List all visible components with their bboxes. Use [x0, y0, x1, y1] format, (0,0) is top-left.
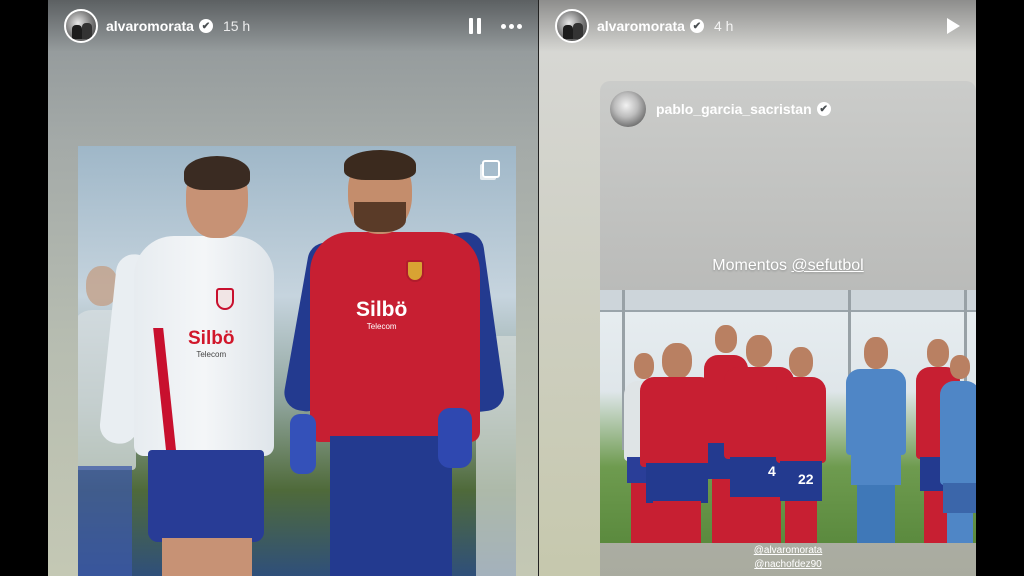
player-figure: 22: [776, 347, 826, 543]
rfef-crest-icon: [406, 260, 424, 282]
avatar[interactable]: [555, 9, 589, 43]
player-morata: Silbö Telecom: [98, 156, 278, 576]
team-celebration-photo: 4 22: [600, 290, 976, 543]
player-figure: [846, 337, 906, 543]
more-options-icon[interactable]: [501, 23, 522, 29]
mention-tag[interactable]: @nachofdez90: [600, 558, 976, 572]
avatar[interactable]: [64, 9, 98, 43]
story-panel-1[interactable]: Silbö Telecom Silbö Telecom alvaromorata…: [48, 0, 538, 576]
player-goalkeeper: Silbö Telecom: [281, 150, 507, 576]
goalkeeper-glove: [290, 414, 316, 474]
jersey-number: 4: [768, 463, 776, 479]
mention-tags: @alvaromorata @nachofdez90: [600, 544, 976, 572]
jersey-number: 22: [798, 471, 814, 487]
story-header: alvaromorata ✔ 4 h: [539, 0, 976, 52]
sponsor-sub: Telecom: [366, 322, 397, 331]
shared-post-card[interactable]: pablo_garcia_sacristan ✔ Momentos @sefut…: [600, 81, 976, 576]
rfef-crest-icon: [216, 288, 234, 310]
goalkeeper-glove: [438, 408, 472, 468]
story-timestamp: 4 h: [713, 18, 734, 34]
shared-post-username[interactable]: pablo_garcia_sacristan: [656, 101, 812, 117]
story-timestamp: 15 h: [222, 18, 251, 34]
story-panel-2[interactable]: pablo_garcia_sacristan ✔ Momentos @sefut…: [539, 0, 976, 576]
story-header: alvaromorata ✔ 15 h: [48, 0, 538, 52]
verified-badge-icon: ✔: [689, 19, 704, 33]
sponsor-name: Silbö: [188, 328, 235, 349]
story-photo-training: Silbö Telecom Silbö Telecom: [78, 146, 516, 576]
pause-icon[interactable]: [469, 18, 483, 34]
verified-badge-icon: ✔: [198, 19, 213, 33]
caption-text: Momentos: [712, 257, 792, 274]
shared-avatar[interactable]: [610, 91, 646, 127]
shared-post-header: pablo_garcia_sacristan ✔: [610, 91, 831, 127]
player-figure: [940, 355, 976, 543]
verified-badge-icon: ✔: [816, 102, 831, 116]
story-username[interactable]: alvaromorata: [106, 18, 194, 34]
sponsor-sub: Telecom: [196, 350, 227, 359]
player-figure: [640, 343, 714, 543]
caption-mention-link[interactable]: @sefutbol: [791, 257, 863, 274]
story-viewer: Silbö Telecom Silbö Telecom alvaromorata…: [0, 0, 1024, 576]
jersey-sponsor: Silbö Telecom: [356, 298, 407, 331]
jersey-sponsor: Silbö Telecom: [188, 328, 234, 359]
mention-tag[interactable]: @alvaromorata: [600, 544, 976, 558]
story-username[interactable]: alvaromorata: [597, 18, 685, 34]
multiple-photos-icon: [482, 160, 500, 178]
post-caption: Momentos @sefutbol: [600, 257, 976, 275]
play-icon[interactable]: [947, 18, 960, 34]
sponsor-name: Silbö: [356, 298, 408, 321]
